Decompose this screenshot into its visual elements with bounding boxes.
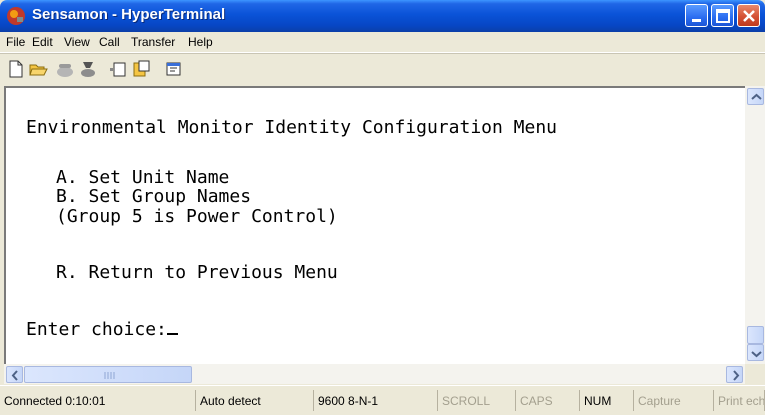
app-icon — [7, 7, 25, 25]
vertical-scrollbar[interactable] — [745, 86, 765, 364]
minimize-button[interactable] — [685, 4, 708, 27]
status-num: NUM — [580, 390, 634, 411]
status-caps-text: CAPS — [520, 394, 553, 408]
scroll-right-button[interactable] — [726, 366, 743, 383]
status-detect-text: Auto detect — [200, 394, 261, 408]
terminal-group-note: (Group 5 is Power Control) — [56, 206, 338, 227]
status-scroll: SCROLL — [438, 390, 516, 411]
hyperterminal-window: Sensamon - HyperTerminal File Edit View … — [0, 0, 765, 415]
properties-icon[interactable] — [164, 59, 184, 79]
terminal-option-b: B. Set Group Names — [56, 186, 252, 207]
vertical-scroll-thumb[interactable] — [747, 326, 764, 344]
horizontal-scroll-thumb[interactable] — [24, 366, 192, 383]
status-caps: CAPS — [516, 390, 580, 411]
terminal-prompt: Enter choice: — [26, 320, 178, 340]
status-settings-text: 9600 8-N-1 — [318, 394, 379, 408]
status-num-text: NUM — [584, 394, 612, 408]
status-bar: Connected 0:10:01 Auto detect 9600 8-N-1… — [0, 385, 765, 415]
menu-transfer[interactable]: Transfer — [131, 35, 175, 49]
status-capture-text: Capture — [638, 394, 681, 408]
cursor — [166, 333, 178, 335]
prompt-text: Enter choice: — [26, 319, 167, 340]
phone-icon[interactable] — [55, 59, 75, 79]
status-print-echo: Print echo — [714, 390, 765, 411]
menu-bar: File Edit View Call Transfer Help — [0, 32, 765, 52]
window-title: Sensamon - HyperTerminal — [32, 6, 226, 23]
menu-view[interactable]: View — [64, 35, 90, 49]
status-capture: Capture — [634, 390, 714, 411]
terminal-menu-title: Environmental Monitor Identity Configura… — [26, 117, 558, 138]
close-button[interactable] — [737, 4, 760, 27]
terminal-option-a: A. Set Unit Name — [56, 167, 230, 188]
toolbar — [0, 54, 765, 84]
status-connected-text: Connected 0:10:01 — [4, 394, 106, 408]
terminal-option-r: R. Return to Previous Menu — [56, 262, 338, 283]
scroll-down-button[interactable] — [747, 344, 764, 361]
menu-help[interactable]: Help — [188, 35, 213, 49]
scrollbar-corner — [745, 364, 765, 384]
status-print-text: Print echo — [718, 394, 765, 408]
receive-icon[interactable] — [131, 59, 151, 79]
maximize-button[interactable] — [711, 4, 734, 27]
menu-call[interactable]: Call — [99, 35, 120, 49]
new-document-icon[interactable] — [6, 59, 26, 79]
horizontal-scrollbar[interactable] — [4, 364, 745, 384]
scroll-left-button[interactable] — [6, 366, 23, 383]
status-scroll-text: SCROLL — [442, 394, 491, 408]
menu-edit[interactable]: Edit — [32, 35, 53, 49]
status-settings: 9600 8-N-1 — [314, 390, 438, 411]
terminal-screen[interactable]: Environmental Monitor Identity Configura… — [4, 86, 745, 364]
menu-file[interactable]: File — [6, 35, 25, 49]
title-bar[interactable]: Sensamon - HyperTerminal — [0, 0, 765, 32]
scroll-up-button[interactable] — [747, 88, 764, 105]
disconnect-icon[interactable] — [78, 59, 98, 79]
send-icon[interactable] — [108, 59, 128, 79]
status-detect: Auto detect — [196, 390, 314, 411]
open-folder-icon[interactable] — [28, 59, 48, 79]
status-connected: Connected 0:10:01 — [0, 390, 196, 411]
